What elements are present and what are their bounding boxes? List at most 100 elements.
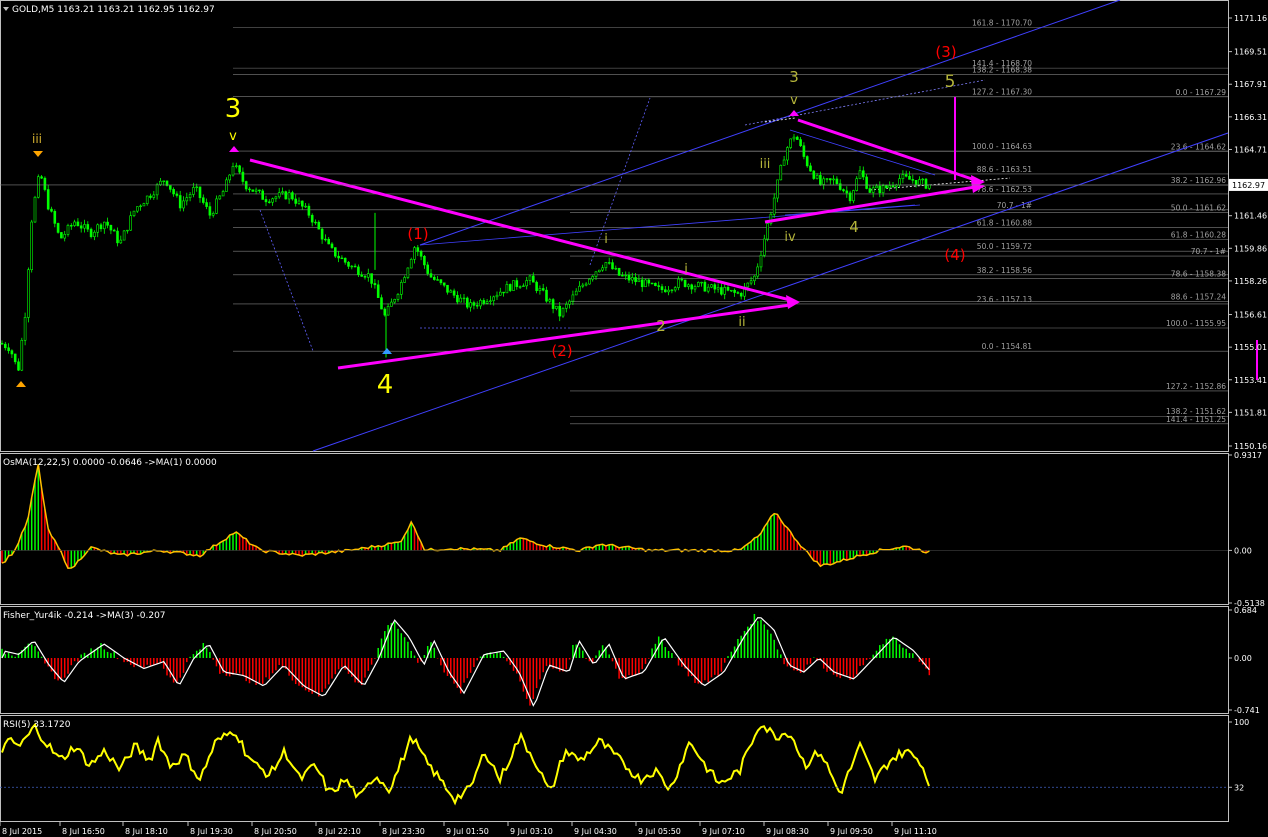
candle-body bbox=[627, 274, 631, 281]
candle-body bbox=[766, 223, 769, 240]
wave-label-w4: (4) bbox=[944, 246, 965, 264]
candle-body bbox=[792, 136, 796, 140]
fib-label-right: 141.4 - 1151.25 bbox=[1166, 415, 1226, 424]
candle-body bbox=[284, 191, 288, 200]
candle-body bbox=[221, 191, 225, 197]
candle-body bbox=[277, 192, 281, 198]
candle-body bbox=[452, 290, 456, 296]
candle-body bbox=[535, 281, 538, 291]
candle-body bbox=[647, 279, 651, 284]
wave-label-small-i: i bbox=[604, 232, 608, 247]
candle-body bbox=[911, 179, 915, 181]
fib-label-top: 23.6 - 1157.13 bbox=[977, 295, 1032, 304]
rsi-tick-label: 100 bbox=[1234, 718, 1249, 727]
candle-body bbox=[145, 195, 149, 204]
candle-body bbox=[399, 282, 403, 295]
candle-body bbox=[531, 275, 535, 283]
candle-body bbox=[828, 178, 832, 181]
candle-body bbox=[20, 339, 24, 371]
fib-label-right: 50.0 - 1161.62 bbox=[1171, 203, 1226, 212]
fisher-tick-label: 0.00 bbox=[1234, 654, 1252, 663]
candle-body bbox=[327, 238, 331, 245]
candle-body bbox=[459, 297, 463, 303]
candle-body bbox=[472, 302, 476, 306]
candle-body bbox=[700, 281, 703, 284]
candle-body bbox=[726, 287, 730, 291]
candle-body bbox=[119, 239, 123, 244]
candle-body bbox=[27, 269, 30, 318]
candle-body bbox=[208, 206, 212, 216]
candle-body bbox=[492, 296, 496, 302]
candle-body bbox=[370, 273, 373, 284]
candle-body bbox=[693, 286, 697, 290]
candle-body bbox=[182, 200, 185, 209]
candle-body bbox=[126, 229, 129, 232]
candle-body bbox=[274, 196, 278, 200]
wave-label-w2: (2) bbox=[551, 342, 572, 360]
candle-body bbox=[442, 282, 446, 286]
candle-body bbox=[155, 184, 159, 196]
time-tick-label: 8 Jul 19:30 bbox=[190, 827, 233, 836]
candle-body bbox=[99, 224, 103, 230]
candle-body bbox=[515, 280, 519, 287]
candle-body bbox=[4, 343, 7, 349]
candle-body bbox=[70, 225, 73, 227]
candle-body bbox=[819, 175, 822, 185]
candle-body bbox=[525, 280, 529, 287]
candle-body bbox=[17, 361, 20, 371]
candle-body bbox=[294, 198, 298, 204]
candle-body bbox=[561, 307, 565, 317]
fib-label-right: 61.8 - 1160.28 bbox=[1171, 231, 1226, 240]
candle-body bbox=[393, 299, 397, 303]
candle-body bbox=[809, 165, 812, 172]
wave-label-small-iii: iii bbox=[760, 157, 771, 172]
candle-body bbox=[528, 275, 532, 281]
fib-label-right: 70.7 - 1# bbox=[1191, 247, 1226, 256]
candle-body bbox=[109, 224, 113, 231]
candle-body bbox=[159, 180, 162, 185]
wave-label-small-2: 2 bbox=[656, 317, 666, 335]
candle-body bbox=[314, 221, 317, 224]
candle-body bbox=[749, 280, 753, 284]
price-tick-label: 1159.86 bbox=[1234, 244, 1267, 253]
candle-body bbox=[188, 194, 192, 198]
candle-body bbox=[43, 177, 47, 190]
candle-body bbox=[815, 175, 819, 179]
candle-body bbox=[139, 205, 142, 208]
price-tick-label: 1155.01 bbox=[1234, 343, 1267, 352]
candle-body bbox=[558, 305, 562, 317]
candle-body bbox=[865, 176, 868, 189]
fib-label-top: 127.2 - 1167.30 bbox=[972, 88, 1032, 97]
candle-body bbox=[79, 225, 83, 229]
candle-body bbox=[690, 284, 694, 290]
candle-body bbox=[498, 291, 502, 296]
fisher-header: Fisher_Yur4ik -0.214 ->MA(3) -0.207 bbox=[3, 611, 166, 621]
candle-body bbox=[858, 170, 862, 180]
main-header: GOLD,M5 1163.21 1163.21 1162.95 1162.97 bbox=[12, 5, 215, 15]
candle-body bbox=[677, 278, 680, 288]
candle-body bbox=[324, 238, 327, 241]
candle-body bbox=[518, 286, 522, 288]
time-tick-label: 9 Jul 09:50 bbox=[830, 827, 873, 836]
candle-body bbox=[426, 264, 430, 274]
time-tick-label: 9 Jul 07:10 bbox=[702, 827, 745, 836]
candle-body bbox=[396, 294, 400, 300]
candle-body bbox=[502, 291, 505, 294]
wave-label-iii-left: iii bbox=[32, 132, 42, 146]
fib-label-top: 50.0 - 1159.72 bbox=[977, 242, 1032, 251]
candle-body bbox=[921, 178, 925, 181]
candle-body bbox=[786, 147, 789, 161]
osma-tick-label: 0.00 bbox=[1234, 546, 1252, 555]
candle-body bbox=[46, 189, 50, 210]
candle-body bbox=[366, 273, 370, 278]
candle-body bbox=[551, 299, 555, 309]
fib-label-top: 88.6 - 1163.51 bbox=[977, 165, 1032, 174]
fisher-tick-label: -0.741 bbox=[1234, 706, 1260, 715]
candle-body bbox=[337, 255, 340, 259]
candle-body bbox=[634, 277, 637, 283]
candle-body bbox=[713, 284, 717, 290]
time-tick-label: 8 Jul 18:10 bbox=[125, 827, 168, 836]
rsi-tick-label: 32 bbox=[1234, 783, 1244, 792]
candle-body bbox=[832, 178, 835, 181]
candle-body bbox=[446, 284, 449, 293]
